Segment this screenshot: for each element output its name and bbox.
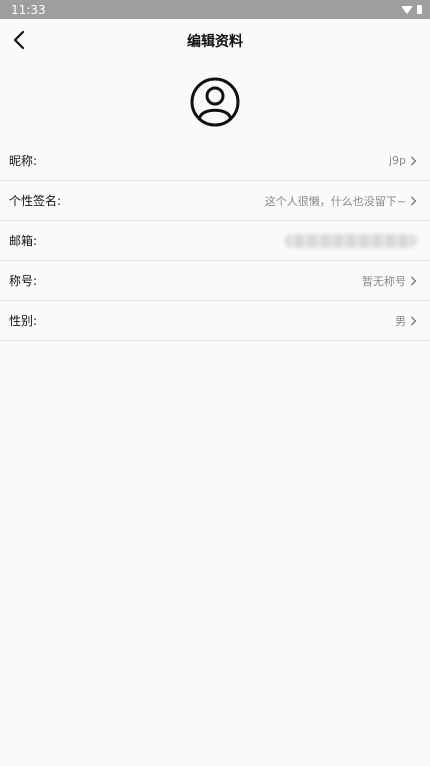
field-value-group: j9p: [389, 154, 417, 167]
field-label: 性别:: [9, 314, 38, 328]
avatar-section: [0, 62, 430, 141]
page-title: 编辑资料: [187, 33, 243, 50]
field-value-group: [285, 233, 417, 248]
field-value-group: 这个人很懒，什么也没留下~: [265, 193, 417, 209]
field-label: 称号:: [9, 274, 38, 288]
signature-value: 这个人很懒，什么也没留下~: [264, 194, 406, 208]
field-row-title[interactable]: 称号: 暂无称号: [0, 261, 430, 301]
field-value-group: 暂无称号: [362, 273, 417, 289]
field-row-nickname[interactable]: 昵称: j9p: [0, 141, 430, 181]
status-bar: 11:33: [0, 0, 430, 19]
chevron-right-icon: [411, 276, 417, 285]
chevron-left-icon: [13, 30, 25, 50]
field-label: 邮箱:: [9, 234, 38, 248]
user-circle-icon[interactable]: [190, 77, 240, 127]
chevron-right-icon: [411, 196, 417, 205]
field-row-gender[interactable]: 性别: 男: [0, 301, 430, 341]
field-label: 个性签名:: [9, 194, 62, 208]
chevron-right-icon: [411, 316, 417, 325]
wifi-icon: [401, 5, 413, 14]
field-row-email: 邮箱:: [0, 221, 430, 261]
nickname-value: j9p: [388, 154, 406, 167]
gender-value: 男: [395, 314, 406, 328]
status-time: 11:33: [11, 2, 46, 17]
profile-field-list: 昵称: j9p 个性签名: 这个人很懒，什么也没留下~ 邮箱: 称号: 暂无称号: [0, 141, 430, 341]
field-value-group: 男: [395, 313, 417, 329]
field-label: 昵称:: [9, 154, 38, 168]
back-button[interactable]: [8, 28, 30, 52]
battery-icon: [417, 5, 422, 14]
field-row-signature[interactable]: 个性签名: 这个人很懒，什么也没留下~: [0, 181, 430, 221]
app-bar: 编辑资料: [0, 19, 430, 62]
status-icons: [401, 5, 422, 14]
chevron-right-icon: [411, 156, 417, 165]
title-value: 暂无称号: [362, 274, 406, 288]
email-value-redacted: [285, 233, 417, 248]
